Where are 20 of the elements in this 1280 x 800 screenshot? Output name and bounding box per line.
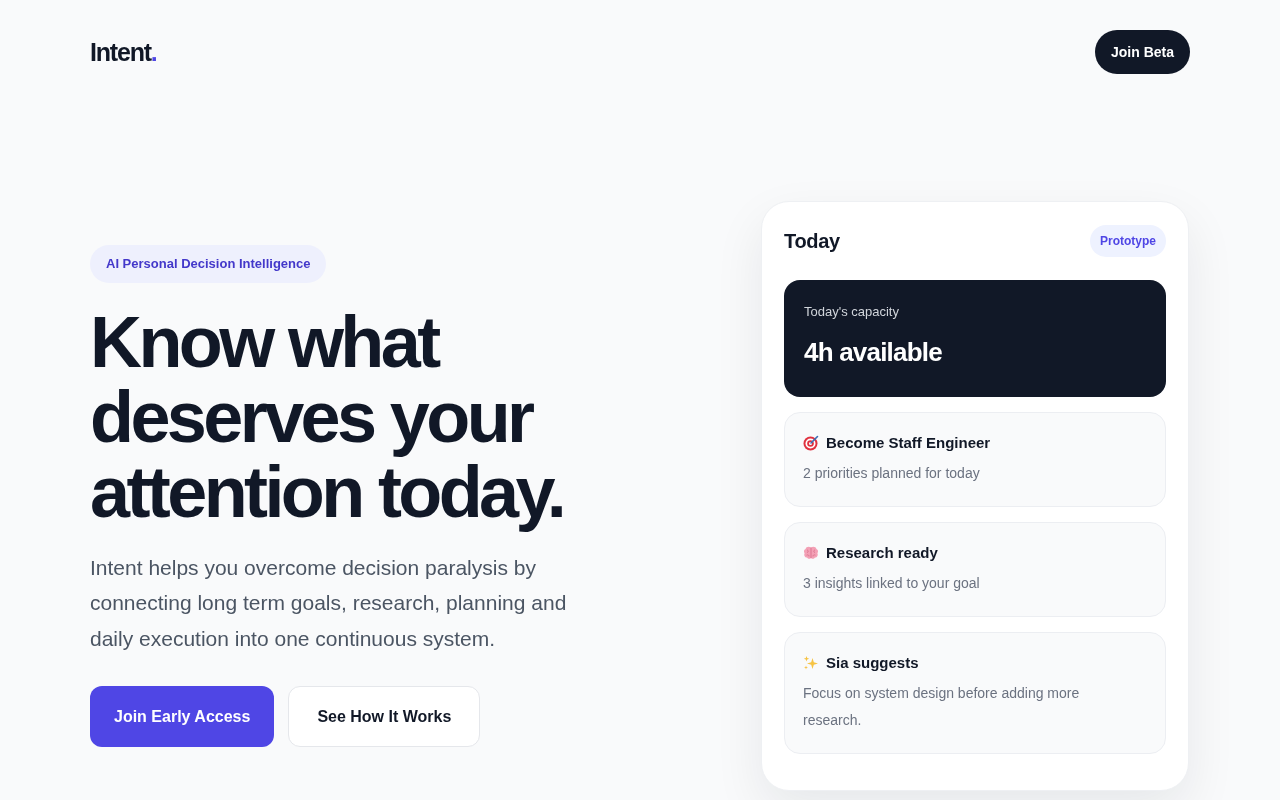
tagline-badge: AI Personal Decision Intelligence — [90, 244, 327, 283]
capacity-value: 4h available — [804, 337, 942, 368]
brain-icon — [803, 544, 819, 561]
card-title: Today — [784, 229, 840, 253]
sparkles-icon — [803, 654, 819, 671]
insight-title: Sia suggests — [826, 654, 919, 671]
target-icon — [803, 434, 819, 451]
logo[interactable]: Intent. — [90, 37, 157, 67]
join-beta-button[interactable]: Join Beta — [1095, 30, 1190, 74]
how-it-works-button[interactable]: See How It Works — [288, 686, 481, 748]
hero-description: Intent helps you overcome decision paralysis by connecting long term goals, research, planning and daily execution into one continuous system. — [90, 554, 568, 652]
join-early-access-button[interactable]: Join Early Access — [90, 686, 275, 748]
hero-heading: Know what deserves your attention today. — [90, 304, 565, 530]
insight-description: Focus on system design before adding more research. — [803, 684, 1081, 730]
insight-description: 2 priorities planned for today — [803, 464, 981, 483]
insight-description: 3 insights linked to your goal — [803, 574, 981, 593]
insight-title: Research ready — [826, 544, 938, 561]
insight-title: Become Staff Engineer — [826, 434, 991, 451]
prototype-badge: Prototype — [1090, 225, 1166, 257]
capacity-label: Today's capacity — [804, 304, 899, 319]
